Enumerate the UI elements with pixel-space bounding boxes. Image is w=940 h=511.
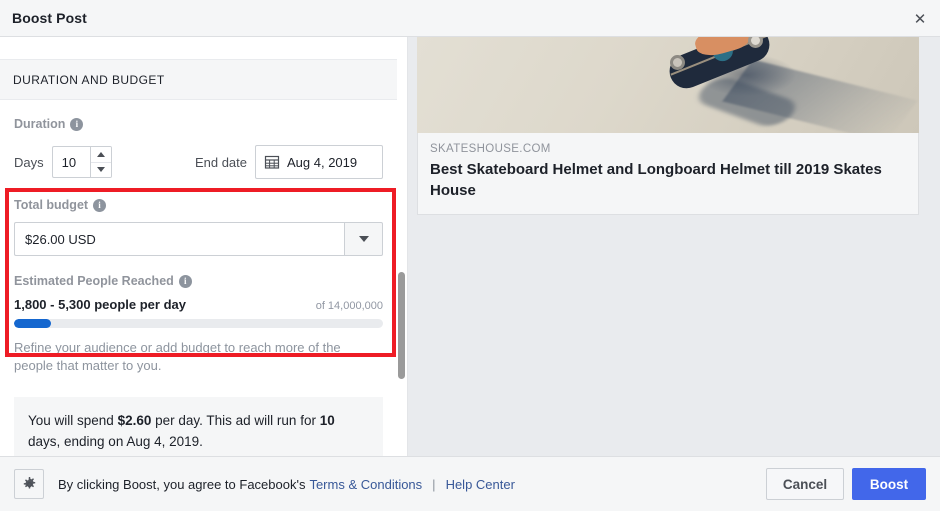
end-date-group: End date Aug 4, 2019 (195, 145, 383, 179)
help-center-link[interactable]: Help Center (446, 477, 515, 492)
total-budget-input[interactable]: $26.00 USD (14, 222, 344, 256)
gear-icon[interactable] (14, 469, 44, 499)
duration-label-row: Duration i (14, 117, 383, 131)
reach-progress-bar (14, 319, 383, 328)
ad-preview-meta: SKATESHOUSE.COM Best Skateboard Helmet a… (417, 133, 919, 215)
ad-preview-title: Best Skateboard Helmet and Longboard Hel… (430, 161, 882, 199)
duration-section: Duration i Days 10 End date Aug 4, 2019 … (0, 100, 397, 375)
skateboard-photo (417, 37, 919, 133)
page-title: Boost Post (12, 10, 87, 26)
info-icon[interactable]: i (93, 198, 107, 212)
estimated-reach-note: Refine your audience or add budget to re… (14, 340, 341, 373)
duration-label: Duration (14, 117, 66, 131)
ad-preview-card[interactable]: SKATESHOUSE.COM Best Skateboard Helmet a… (417, 37, 919, 215)
total-budget-label: Total budget (14, 198, 89, 212)
total-budget-control: $26.00 USD (14, 222, 383, 256)
total-budget-label-row: Total budget i (14, 198, 383, 212)
footer-actions: Cancel Boost (766, 468, 926, 500)
spend-text-part2: per day. This ad will run for (151, 413, 320, 428)
chevron-up-icon[interactable] (90, 147, 111, 163)
calendar-icon (264, 155, 280, 169)
estimated-reach-values: 1,800 - 5,300 people per day of 14,000,0… (14, 297, 383, 312)
total-budget-dropdown-button[interactable] (344, 222, 383, 256)
reach-progress-fill (14, 319, 51, 328)
spend-text-part1: You will spend (28, 413, 118, 428)
estimated-reach-section: Estimated People Reached i 1,800 - 5,300… (14, 274, 383, 375)
end-date-field[interactable]: Aug 4, 2019 (255, 145, 383, 179)
days-stepper-buttons (89, 147, 111, 178)
estimated-reach-label: Estimated People Reached (14, 274, 174, 288)
settings-panel-scrollbar-track[interactable] (397, 37, 408, 456)
settings-panel: DURATION AND BUDGET Duration i Days 10 E (0, 37, 397, 456)
footer-legal-prefix: By clicking Boost, you agree to Facebook… (58, 476, 306, 492)
ad-preview-panel: SKATESHOUSE.COM Best Skateboard Helmet a… (408, 37, 940, 456)
boost-post-dialog: Boost Post ✕ DURATION AND BUDGET Duratio… (0, 0, 940, 511)
spend-text-part3: days, ending on Aug 4, 2019. (28, 434, 203, 449)
end-date-value: Aug 4, 2019 (287, 154, 358, 170)
footer-separator: | (432, 476, 436, 492)
boost-button[interactable]: Boost (852, 468, 926, 500)
spend-summary-box: You will spend $2.60 per day. This ad wi… (14, 397, 383, 456)
dialog-titlebar: Boost Post ✕ (0, 0, 940, 37)
duration-controls-row: Days 10 End date Aug 4, 2019 (14, 145, 383, 179)
end-date-label: End date (194, 154, 247, 170)
days-stepper[interactable]: 10 (51, 146, 112, 178)
gear-icon-glyph (23, 476, 35, 488)
close-icon[interactable]: ✕ (908, 7, 932, 31)
days-label: Days (14, 154, 44, 170)
estimated-reach-total: of 14,000,000 (315, 300, 383, 312)
caret-down-icon (358, 236, 369, 242)
spend-days: 10 (319, 413, 335, 428)
dialog-footer: By clicking Boost, you agree to Facebook… (0, 456, 940, 511)
estimated-reach-range: 1,800 - 5,300 people per day (14, 297, 186, 312)
footer-legal-text: By clicking Boost, you agree to Facebook… (58, 477, 515, 492)
ad-preview-domain: SKATESHOUSE.COM (430, 143, 551, 155)
panel-top-spacer (0, 37, 397, 59)
spend-amount: $2.60 (117, 413, 152, 428)
info-icon[interactable]: i (70, 117, 84, 131)
settings-panel-scrollbar-thumb[interactable] (398, 272, 405, 379)
days-input[interactable]: 10 (53, 147, 90, 177)
chevron-down-icon[interactable] (91, 163, 111, 178)
section-header-label: DURATION AND BUDGET (13, 72, 165, 87)
info-icon[interactable]: i (178, 274, 192, 288)
cancel-button[interactable]: Cancel (766, 468, 844, 500)
estimated-reach-label-row: Estimated People Reached i (14, 274, 383, 288)
section-header-duration-and-budget: DURATION AND BUDGET (0, 59, 397, 100)
terms-and-conditions-link[interactable]: Terms & Conditions (309, 477, 422, 492)
total-budget-section: Total budget i $26.00 USD (14, 198, 383, 256)
